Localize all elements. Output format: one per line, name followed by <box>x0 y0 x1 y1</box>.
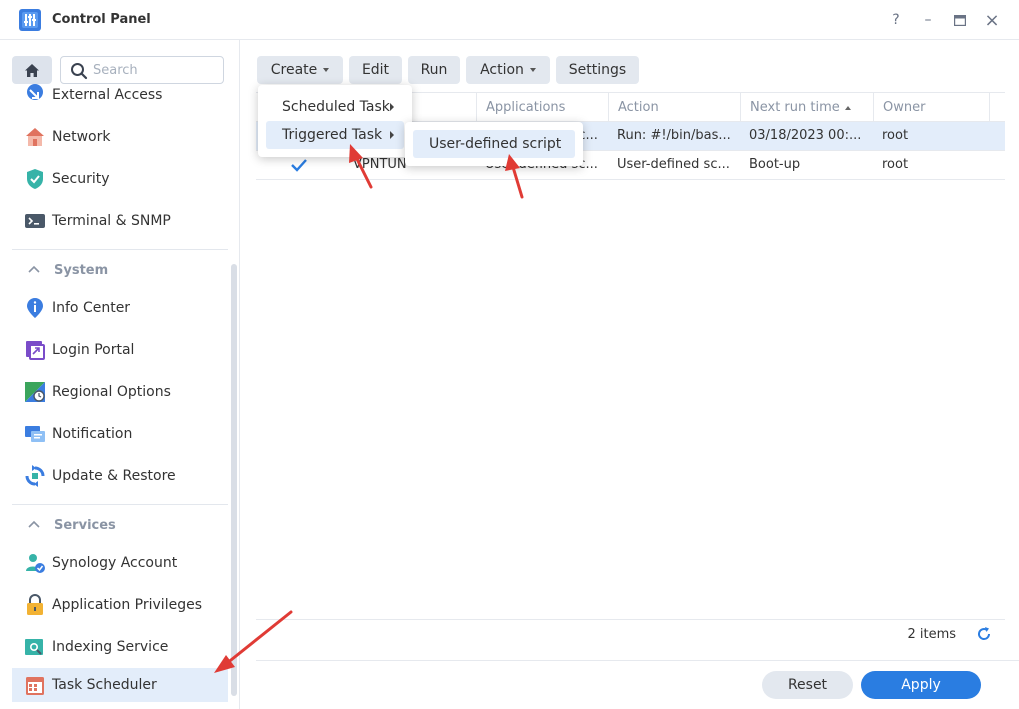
shield-icon <box>27 169 43 189</box>
create-menu: Scheduled Task Triggered Task <box>258 85 412 157</box>
cell-owner: root <box>882 157 909 172</box>
indexing-icon <box>25 639 43 655</box>
table-footer: 2 items <box>256 619 1005 649</box>
sidebar-item-application-privileges[interactable]: Application Privileges <box>12 588 228 622</box>
network-icon <box>26 128 44 146</box>
control-panel-icon <box>19 9 41 31</box>
action-button[interactable]: Action <box>466 56 550 84</box>
sidebar-item-network[interactable]: Network <box>12 120 228 154</box>
sidebar-item-terminal[interactable]: Terminal & SNMP <box>12 204 228 238</box>
help-button[interactable]: ? <box>886 10 906 30</box>
sidebar-item-label: Info Center <box>52 300 131 316</box>
sidebar-item-label: Terminal & SNMP <box>52 213 171 229</box>
menu-item-triggered-task[interactable]: Triggered Task <box>266 121 404 149</box>
column-header-applications[interactable]: Applications <box>476 93 608 122</box>
external-access-icon <box>27 84 43 100</box>
caret-down-icon <box>529 68 536 72</box>
reset-button[interactable]: Reset <box>762 671 853 699</box>
sidebar-divider <box>12 249 228 250</box>
column-header-next-run-time[interactable]: Next run time <box>740 93 873 122</box>
section-header-services[interactable]: Services <box>28 515 116 535</box>
window-title: Control Panel <box>52 12 151 27</box>
section-header-system[interactable]: System <box>28 260 108 280</box>
sidebar-item-update-restore[interactable]: Update & Restore <box>12 459 228 493</box>
lock-icon <box>27 594 43 615</box>
login-portal-icon <box>26 341 45 360</box>
maximize-button[interactable] <box>950 10 970 30</box>
sidebar-item-label: Update & Restore <box>52 468 176 484</box>
sidebar-item-synology-account[interactable]: Synology Account <box>12 546 228 580</box>
calendar-icon <box>26 677 44 695</box>
apply-button[interactable]: Apply <box>861 671 981 699</box>
create-button[interactable]: Create <box>257 56 343 84</box>
sidebar-item-regional-options[interactable]: Regional Options <box>12 375 228 409</box>
column-header-owner[interactable]: Owner <box>873 93 989 122</box>
section-label: Services <box>54 517 116 533</box>
sidebar-item-login-portal[interactable]: Login Portal <box>12 333 228 367</box>
sidebar-item-label: Indexing Service <box>52 639 169 655</box>
sidebar-item-indexing-service[interactable]: Indexing Service <box>12 630 228 664</box>
menu-item-label: User-defined script <box>429 136 562 152</box>
cell-action: Run: #!/bin/bas... <box>617 128 731 143</box>
minimize-button[interactable]: – <box>918 10 938 30</box>
sidebar-item-label: Regional Options <box>52 384 171 400</box>
create-label: Create <box>270 62 318 78</box>
column-label: Next run time <box>750 100 840 115</box>
sidebar-item-external-access[interactable]: External Access <box>12 78 228 112</box>
close-button[interactable]: × <box>982 10 1002 31</box>
column-header-spacer <box>989 93 1005 122</box>
cell-action: User-defined sc... <box>617 157 730 172</box>
synology-account-icon <box>26 554 45 573</box>
item-count: 2 items <box>907 627 956 642</box>
home-icon <box>25 63 39 77</box>
checkmark-icon[interactable] <box>290 157 308 173</box>
submenu-arrow-icon <box>390 131 394 139</box>
sidebar-item-label: Login Portal <box>52 342 135 358</box>
cell-next-run-time: 03/18/2023 00:... <box>749 128 862 143</box>
chevron-up-icon <box>28 265 40 273</box>
sidebar-item-notification[interactable]: Notification <box>12 417 228 451</box>
submenu-arrow-icon <box>390 103 394 111</box>
menu-item-label: Triggered Task <box>282 127 383 143</box>
menu-item-label: Scheduled Task <box>282 99 390 115</box>
edit-button[interactable]: Edit <box>349 56 402 84</box>
cell-next-run-time: Boot-up <box>749 157 801 172</box>
action-label: Action <box>480 62 524 78</box>
sidebar-item-label: Task Scheduler <box>52 677 157 693</box>
notification-icon <box>25 426 45 442</box>
caret-down-icon <box>323 68 330 72</box>
sidebar-item-label: Notification <box>52 426 133 442</box>
sidebar-divider <box>12 504 228 505</box>
update-restore-icon <box>25 465 45 487</box>
sidebar: External Access Network Security Termina… <box>0 40 240 709</box>
sidebar-item-label: Network <box>52 129 111 145</box>
column-header-action[interactable]: Action <box>608 93 740 122</box>
section-label: System <box>54 262 109 278</box>
maximize-icon <box>954 14 966 26</box>
run-button[interactable]: Run <box>408 56 460 84</box>
chevron-up-icon <box>28 520 40 528</box>
sidebar-item-label: Security <box>52 171 110 187</box>
sort-ascending-icon <box>844 105 851 110</box>
sidebar-item-security[interactable]: Security <box>12 162 228 196</box>
terminal-icon <box>25 214 45 228</box>
settings-button[interactable]: Settings <box>556 56 639 84</box>
sidebar-scrollbar[interactable] <box>231 264 237 696</box>
cell-owner: root <box>882 128 909 143</box>
regional-options-icon <box>25 382 45 402</box>
sidebar-item-label: Application Privileges <box>52 597 202 613</box>
sidebar-item-label: External Access <box>52 87 163 103</box>
sidebar-item-task-scheduler[interactable]: Task Scheduler <box>12 668 228 702</box>
menu-item-user-defined-script[interactable]: User-defined script <box>413 130 575 158</box>
menu-item-scheduled-task[interactable]: Scheduled Task <box>266 93 404 121</box>
sidebar-item-info-center[interactable]: Info Center <box>12 291 228 325</box>
sidebar-item-label: Synology Account <box>52 555 178 571</box>
triggered-task-submenu: User-defined script <box>405 122 583 166</box>
info-icon <box>27 298 43 318</box>
search-input[interactable] <box>93 60 219 80</box>
title-bar: Control Panel ? – × <box>0 0 1019 40</box>
refresh-icon[interactable] <box>976 626 992 642</box>
